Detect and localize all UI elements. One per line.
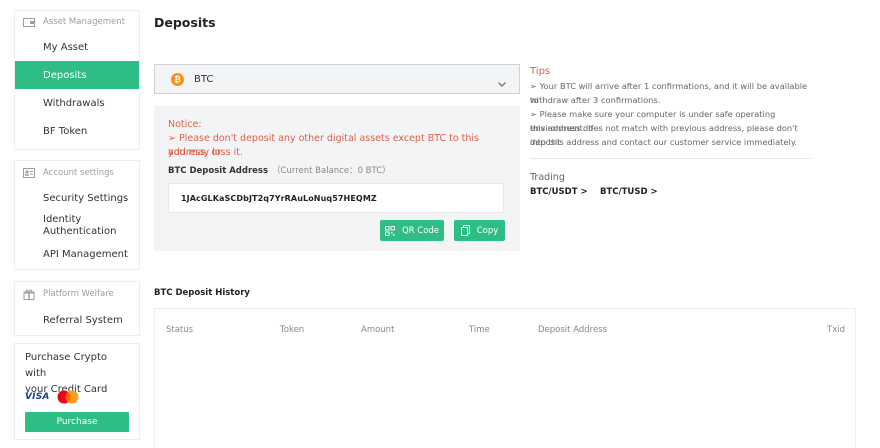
coin-select-value: BTC [194, 73, 214, 85]
id-card-icon [23, 168, 35, 178]
deposit-history-table: Status Token Amount Time Deposit Address… [154, 308, 856, 448]
sidebar-item-my-asset[interactable]: My Asset [15, 33, 139, 61]
sidebar-header-asset-management: Asset Management [15, 11, 139, 33]
qr-code-button-label: QR Code [401, 225, 440, 236]
trading-link-btc-tusd[interactable]: BTC/TUSD > [600, 187, 658, 197]
current-balance: （Current Balance：0 BTC） [272, 166, 391, 176]
sidebar-item-bf-token[interactable]: BF Token [15, 117, 139, 145]
sidebar-item-security-settings[interactable]: Security Settings [15, 185, 139, 211]
page-title: Deposits [154, 15, 216, 30]
sidebar-group-account-settings: Account settings Security Settings Ident… [14, 160, 140, 270]
wallet-icon [23, 17, 35, 27]
notice-line2: you may loss it. [168, 147, 243, 158]
copy-button[interactable]: Copy [454, 220, 505, 241]
promo-title-line1: Purchase Crypto with [25, 352, 107, 379]
sidebar-header-platform-welfare: Platform Welfare [15, 282, 139, 306]
visa-logo: VISA [25, 392, 50, 402]
trading-title: Trading [530, 172, 565, 183]
bitcoin-icon: ₿ [171, 72, 184, 86]
column-header-txid: Txid [827, 325, 845, 335]
deposit-address-value: 1JAcGLKaSCDbJT2q7YrRAuLoNuq57HEQMZ [181, 193, 377, 203]
sidebar-item-referral-system[interactable]: Referral System [15, 306, 139, 334]
coin-select[interactable]: ₿ BTC [154, 64, 520, 94]
gift-icon [23, 289, 35, 300]
qr-code-button[interactable]: QR Code [380, 220, 444, 241]
sidebar-item-withdrawals[interactable]: Withdrawals [15, 89, 139, 117]
deposit-address-field[interactable]: 1JAcGLKaSCDbJT2q7YrRAuLoNuq57HEQMZ [168, 183, 504, 213]
deposit-panel: Notice: ➢ Please don't deposit any other… [154, 106, 520, 251]
sidebar-header-label: Platform Welfare [43, 289, 114, 299]
mastercard-icon [56, 390, 80, 404]
credit-card-promo: Purchase Crypto with your Credit Card VI… [14, 343, 140, 440]
trading-link-btc-usdt[interactable]: BTC/USDT > [530, 187, 588, 197]
sidebar-header-label: Account settings [43, 168, 114, 178]
column-header-status: Status [166, 325, 194, 335]
tip-2-line3: into this address and contact our custom… [530, 137, 798, 147]
sidebar-header-label: Asset Management [43, 17, 125, 27]
purchase-button[interactable]: Purchase [25, 412, 129, 432]
sidebar-item-deposits[interactable]: Deposits [15, 61, 139, 89]
tip-1-line2: withdraw after 3 confirmations. [530, 95, 661, 105]
tips-title: Tips [530, 66, 551, 77]
sidebar-header-account-settings: Account settings [15, 161, 139, 185]
sidebar-item-label-line2: Authentication [43, 226, 117, 237]
tips-divider [530, 158, 812, 159]
column-header-time: Time [469, 325, 490, 335]
sidebar-group-asset-management: Asset Management My Asset Deposits Withd… [14, 10, 140, 150]
deposit-history-title: BTC Deposit History [154, 288, 250, 298]
column-header-deposit-address: Deposit Address [538, 325, 608, 335]
sidebar-item-api-management[interactable]: API Management [15, 241, 139, 267]
sidebar-item-identity-authentication[interactable]: Identity Authentication [15, 211, 139, 241]
column-header-token: Token [280, 325, 305, 335]
chevron-down-icon [497, 74, 507, 93]
copy-button-label: Copy [476, 225, 499, 236]
deposit-address-label: BTC Deposit Address （Current Balance：0 BT… [168, 166, 391, 176]
copy-icon [460, 225, 470, 236]
card-logos: VISA [25, 390, 80, 404]
qr-code-icon [384, 225, 395, 236]
sidebar-item-label-line1: Identity [43, 214, 82, 225]
sidebar-group-platform-welfare: Platform Welfare Referral System [14, 281, 140, 336]
column-header-amount: Amount [361, 325, 395, 335]
notice-title: Notice: [168, 119, 202, 130]
